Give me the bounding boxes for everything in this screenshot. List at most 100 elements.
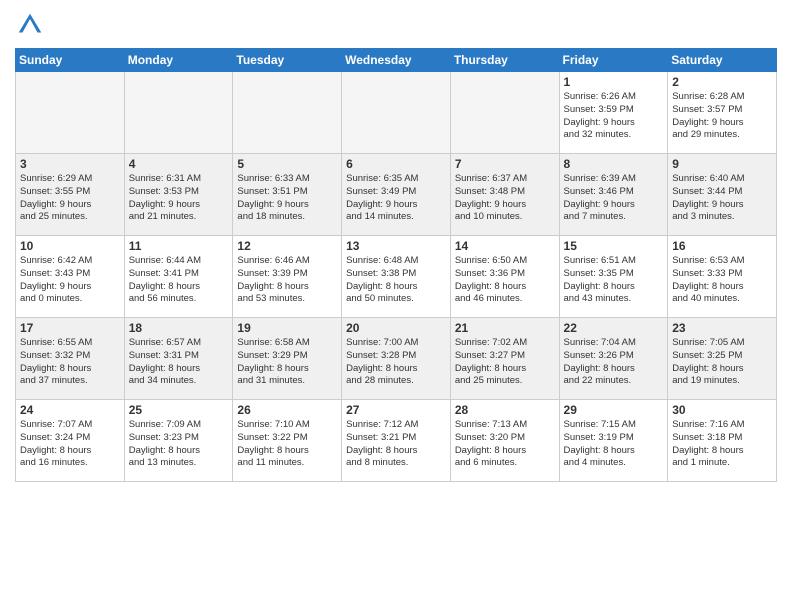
day-info: Sunrise: 7:04 AM Sunset: 3:26 PM Dayligh… [564,337,664,388]
calendar-cell: 9 Sunrise: 6:40 AM Sunset: 3:44 PM Daylig… [668,154,777,236]
calendar-cell: 5Sunrise: 6:33 AM Sunset: 3:51 PM Daylig… [233,154,342,236]
day-number: 30 [672,403,772,417]
calendar-week-4: 17Sunrise: 6:55 AM Sunset: 3:32 PM Dayli… [16,318,777,400]
day-info: Sunrise: 6:46 AM Sunset: 3:39 PM Dayligh… [237,255,337,306]
day-info: Sunrise: 7:05 AM Sunset: 3:25 PM Dayligh… [672,337,772,388]
calendar-cell: 11Sunrise: 6:44 AM Sunset: 3:41 PM Dayli… [124,236,233,318]
calendar-header-thursday: Thursday [450,49,559,72]
day-number: 17 [20,321,120,335]
day-info: Sunrise: 6:31 AM Sunset: 3:53 PM Dayligh… [129,173,229,224]
day-info: Sunrise: 7:13 AM Sunset: 3:20 PM Dayligh… [455,419,555,470]
calendar-cell [450,72,559,154]
day-info: Sunrise: 7:07 AM Sunset: 3:24 PM Dayligh… [20,419,120,470]
day-number: 4 [129,157,229,171]
calendar-cell: 25Sunrise: 7:09 AM Sunset: 3:23 PM Dayli… [124,400,233,482]
day-number: 25 [129,403,229,417]
calendar-cell: 23 Sunrise: 7:05 AM Sunset: 3:25 PM Dayli… [668,318,777,400]
calendar-cell: 30 Sunrise: 7:16 AM Sunset: 3:18 PM Dayli… [668,400,777,482]
calendar-cell: 13Sunrise: 6:48 AM Sunset: 3:38 PM Dayli… [342,236,451,318]
calendar-cell: 19 Sunrise: 6:58 AM Sunset: 3:29 PM Dayli… [233,318,342,400]
calendar-table: SundayMondayTuesdayWednesdayThursdayFrid… [15,48,777,482]
calendar-week-5: 24Sunrise: 7:07 AM Sunset: 3:24 PM Dayli… [16,400,777,482]
calendar-week-3: 10Sunrise: 6:42 AM Sunset: 3:43 PM Dayli… [16,236,777,318]
day-number: 9 [672,157,772,171]
calendar-header-wednesday: Wednesday [342,49,451,72]
day-number: 3 [20,157,120,171]
day-number: 14 [455,239,555,253]
day-info: Sunrise: 6:29 AM Sunset: 3:55 PM Dayligh… [20,173,120,224]
day-number: 1 [564,75,664,89]
calendar-cell: 27 Sunrise: 7:12 AM Sunset: 3:21 PM Dayli… [342,400,451,482]
calendar-header-monday: Monday [124,49,233,72]
calendar-cell: 17Sunrise: 6:55 AM Sunset: 3:32 PM Dayli… [16,318,125,400]
calendar-header-tuesday: Tuesday [233,49,342,72]
day-number: 21 [455,321,555,335]
calendar-cell: 29 Sunrise: 7:15 AM Sunset: 3:19 PM Dayli… [559,400,668,482]
calendar-cell: 16Sunrise: 6:53 AM Sunset: 3:33 PM Dayli… [668,236,777,318]
day-number: 6 [346,157,446,171]
calendar-header-sunday: Sunday [16,49,125,72]
day-info: Sunrise: 6:44 AM Sunset: 3:41 PM Dayligh… [129,255,229,306]
header [15,10,777,40]
day-info: Sunrise: 7:02 AM Sunset: 3:27 PM Dayligh… [455,337,555,388]
day-info: Sunrise: 6:35 AM Sunset: 3:49 PM Dayligh… [346,173,446,224]
calendar-cell: 3 Sunrise: 6:29 AM Sunset: 3:55 PM Daylig… [16,154,125,236]
day-number: 16 [672,239,772,253]
day-number: 28 [455,403,555,417]
calendar-cell [233,72,342,154]
calendar-cell: 4 Sunrise: 6:31 AM Sunset: 3:53 PM Daylig… [124,154,233,236]
calendar-cell [342,72,451,154]
calendar-week-1: 1 Sunrise: 6:26 AM Sunset: 3:59 PM Daylig… [16,72,777,154]
day-number: 27 [346,403,446,417]
day-info: Sunrise: 6:57 AM Sunset: 3:31 PM Dayligh… [129,337,229,388]
calendar-cell: 10Sunrise: 6:42 AM Sunset: 3:43 PM Dayli… [16,236,125,318]
day-number: 15 [564,239,664,253]
day-info: Sunrise: 7:12 AM Sunset: 3:21 PM Dayligh… [346,419,446,470]
calendar-cell: 26 Sunrise: 7:10 AM Sunset: 3:22 PM Dayli… [233,400,342,482]
day-number: 7 [455,157,555,171]
day-number: 20 [346,321,446,335]
calendar-cell [124,72,233,154]
calendar-cell: 18 Sunrise: 6:57 AM Sunset: 3:31 PM Dayli… [124,318,233,400]
calendar-cell: 2Sunrise: 6:28 AM Sunset: 3:57 PM Daylig… [668,72,777,154]
calendar-cell: 24Sunrise: 7:07 AM Sunset: 3:24 PM Dayli… [16,400,125,482]
day-info: Sunrise: 6:40 AM Sunset: 3:44 PM Dayligh… [672,173,772,224]
calendar-cell: 8 Sunrise: 6:39 AM Sunset: 3:46 PM Daylig… [559,154,668,236]
calendar-cell: 28 Sunrise: 7:13 AM Sunset: 3:20 PM Dayli… [450,400,559,482]
day-info: Sunrise: 7:15 AM Sunset: 3:19 PM Dayligh… [564,419,664,470]
day-number: 2 [672,75,772,89]
logo [15,10,47,40]
calendar-week-2: 3 Sunrise: 6:29 AM Sunset: 3:55 PM Daylig… [16,154,777,236]
logo-icon [15,10,45,40]
calendar-cell: 7 Sunrise: 6:37 AM Sunset: 3:48 PM Daylig… [450,154,559,236]
day-info: Sunrise: 6:58 AM Sunset: 3:29 PM Dayligh… [237,337,337,388]
day-info: Sunrise: 6:50 AM Sunset: 3:36 PM Dayligh… [455,255,555,306]
day-info: Sunrise: 7:00 AM Sunset: 3:28 PM Dayligh… [346,337,446,388]
calendar-header-friday: Friday [559,49,668,72]
calendar-header-saturday: Saturday [668,49,777,72]
day-number: 23 [672,321,772,335]
calendar-header-row: SundayMondayTuesdayWednesdayThursdayFrid… [16,49,777,72]
day-info: Sunrise: 6:42 AM Sunset: 3:43 PM Dayligh… [20,255,120,306]
calendar-cell: 21 Sunrise: 7:02 AM Sunset: 3:27 PM Dayli… [450,318,559,400]
day-info: Sunrise: 7:10 AM Sunset: 3:22 PM Dayligh… [237,419,337,470]
day-number: 12 [237,239,337,253]
page-container: SundayMondayTuesdayWednesdayThursdayFrid… [0,0,792,487]
calendar-cell: 20 Sunrise: 7:00 AM Sunset: 3:28 PM Dayli… [342,318,451,400]
day-info: Sunrise: 7:16 AM Sunset: 3:18 PM Dayligh… [672,419,772,470]
day-info: Sunrise: 6:37 AM Sunset: 3:48 PM Dayligh… [455,173,555,224]
calendar-cell: 22 Sunrise: 7:04 AM Sunset: 3:26 PM Dayli… [559,318,668,400]
day-info: Sunrise: 6:48 AM Sunset: 3:38 PM Dayligh… [346,255,446,306]
day-info: Sunrise: 6:39 AM Sunset: 3:46 PM Dayligh… [564,173,664,224]
day-info: Sunrise: 6:26 AM Sunset: 3:59 PM Dayligh… [564,91,664,142]
day-number: 29 [564,403,664,417]
day-number: 18 [129,321,229,335]
calendar-cell: 15Sunrise: 6:51 AM Sunset: 3:35 PM Dayli… [559,236,668,318]
day-number: 8 [564,157,664,171]
calendar-cell: 14 Sunrise: 6:50 AM Sunset: 3:36 PM Dayli… [450,236,559,318]
day-number: 26 [237,403,337,417]
day-number: 22 [564,321,664,335]
day-number: 19 [237,321,337,335]
calendar-cell: 1 Sunrise: 6:26 AM Sunset: 3:59 PM Daylig… [559,72,668,154]
day-number: 5 [237,157,337,171]
